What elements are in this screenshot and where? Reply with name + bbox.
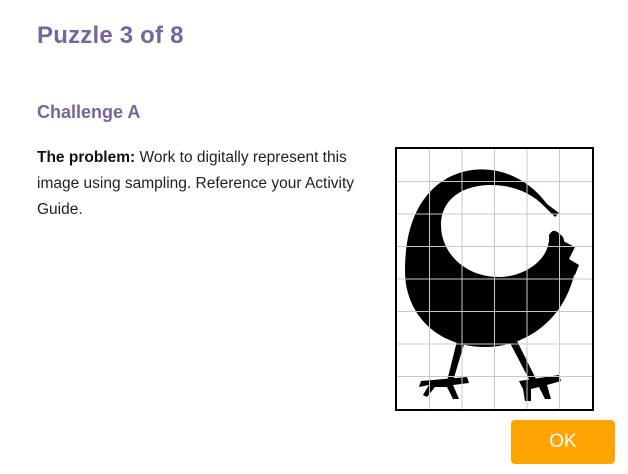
bird-body-shape xyxy=(405,169,575,347)
challenge-title: Challenge A xyxy=(37,102,141,122)
bird-right-foot xyxy=(519,375,561,401)
bird-silhouette-icon xyxy=(397,149,592,409)
problem-label: The problem: xyxy=(37,149,136,166)
problem-description: The problem: Work to digitally represent… xyxy=(37,145,382,223)
puzzle-dialog: Puzzle 3 of 8 Challenge A The problem: W… xyxy=(0,0,628,474)
sampling-grid xyxy=(397,149,592,409)
bird-image-frame xyxy=(395,147,594,411)
ok-button[interactable]: OK xyxy=(511,420,615,464)
page-title: Puzzle 3 of 8 xyxy=(37,22,184,49)
